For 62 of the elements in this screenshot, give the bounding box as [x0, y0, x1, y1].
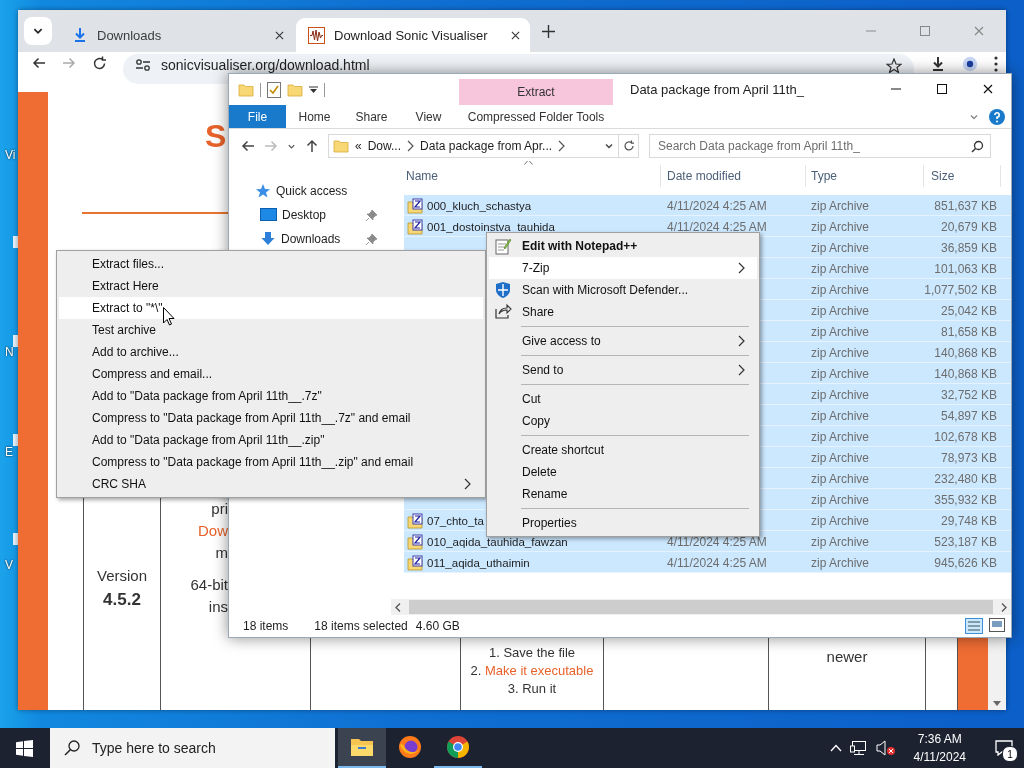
file-size: 81,658 KB — [940, 324, 997, 339]
file-type: zip Archive — [811, 345, 870, 360]
file-size: 78,973 KB — [940, 450, 997, 465]
notification-count: 1 — [1002, 746, 1018, 762]
file-type: zip Archive — [811, 555, 870, 570]
step-text: 2. Make it executable — [470, 662, 594, 680]
file-type: zip Archive — [811, 387, 870, 402]
file-size: 102,678 KB — [934, 429, 997, 444]
item-count: 18 items — [243, 619, 289, 633]
table-text: 64-bit — [190, 575, 228, 595]
step-text: 3. Run it — [507, 680, 557, 698]
table-text: m — [215, 543, 228, 563]
file-type: zip Archive — [811, 219, 870, 234]
file-date: 4/11/2024 4:25 AM — [667, 555, 767, 570]
file-size: 25,042 KB — [940, 303, 997, 318]
table-text: ins — [208, 597, 228, 617]
file-name: 011_aqida_uthaimin — [427, 556, 530, 569]
file-type: zip Archive — [811, 240, 870, 255]
file-size: 54,897 KB — [940, 408, 997, 423]
version-number: 4.5.2 — [103, 590, 141, 610]
file-name: 07_chto_ta — [427, 514, 484, 527]
file-type: zip Archive — [811, 324, 870, 339]
file-type: zip Archive — [811, 471, 870, 486]
step-text: 1. Save the file — [489, 644, 575, 662]
file-size: 1,077,502 KB — [924, 282, 997, 297]
file-size: 140,868 KB — [934, 366, 997, 381]
window-title: Data package from April 11th_ — [630, 82, 805, 97]
file-size: 945,626 KB — [934, 555, 997, 570]
version-label: Version — [96, 567, 147, 584]
file-size: 232,480 KB — [934, 471, 997, 486]
file-type: zip Archive — [811, 408, 870, 423]
file-date: 4/11/2024 4:25 AM — [667, 219, 767, 234]
file-type: zip Archive — [811, 366, 870, 381]
file-size: 101,063 KB — [934, 261, 997, 276]
file-size: 523,187 KB — [934, 534, 997, 549]
file-type: zip Archive — [811, 198, 870, 213]
file-name: 001_dostoinstva_tauhida — [427, 220, 555, 233]
selection-size: 4.60 GB — [415, 619, 460, 633]
file-size: 36,859 KB — [940, 240, 997, 255]
table-text: newer — [826, 648, 868, 665]
file-size: 851,637 KB — [934, 198, 997, 213]
file-type: zip Archive — [811, 492, 870, 507]
file-size: 29,748 KB — [940, 513, 997, 528]
file-type: zip Archive — [811, 429, 870, 444]
file-date: 4/11/2024 4:25 AM — [667, 534, 767, 549]
file-name: 000_kluch_schastya — [427, 199, 532, 212]
file-size: 32,752 KB — [940, 387, 997, 402]
table-text: pri — [211, 499, 228, 519]
file-type: zip Archive — [811, 534, 870, 549]
contextual-tab-header: Extract — [459, 79, 613, 105]
file-size: 20,679 KB — [940, 219, 997, 234]
file-date: 4/11/2024 4:25 AM — [667, 198, 767, 213]
site-logo: S — [205, 118, 227, 154]
file-type: zip Archive — [811, 261, 870, 276]
file-type: zip Archive — [811, 282, 870, 297]
file-type: zip Archive — [811, 450, 870, 465]
file-name: 010_aqida_tauhida_fawzan — [427, 535, 568, 548]
selection-count: 18 items selected — [314, 619, 408, 633]
file-type: zip Archive — [811, 513, 870, 528]
file-size: 140,868 KB — [934, 345, 997, 360]
file-size: 355,932 KB — [934, 492, 997, 507]
file-type: zip Archive — [811, 303, 870, 318]
